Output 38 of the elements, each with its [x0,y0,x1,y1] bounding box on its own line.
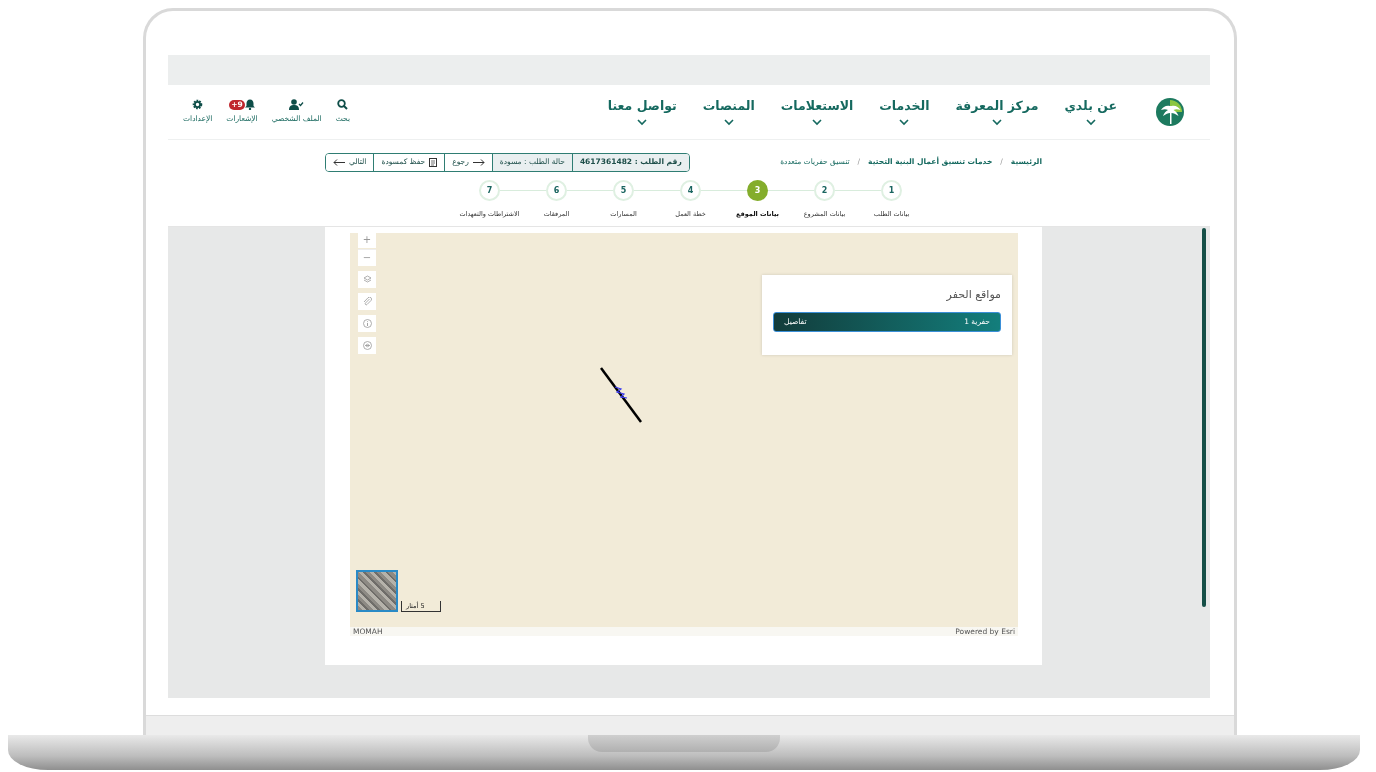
chevron-down-icon [812,119,823,126]
step-circle[interactable]: 6 [546,180,567,201]
step-circle[interactable]: 1 [881,180,902,201]
paperclip-icon [362,297,372,306]
step-circle[interactable]: 2 [814,180,835,201]
step-circle[interactable]: 7 [479,180,500,201]
user-check-icon [289,99,305,111]
search-icon [337,99,349,111]
card-title: مواقع الحفر [945,287,1001,303]
layers-button[interactable] [358,271,376,288]
chevron-down-icon [1085,119,1096,126]
nav-menu-item[interactable]: الخدمات [879,98,930,126]
basemap-thumbnail[interactable] [356,570,398,612]
arrow-right-icon [472,158,485,166]
document-icon [429,157,438,167]
scrollbar-thumb[interactable] [1202,228,1206,607]
chevron-down-icon [723,119,734,126]
gear-icon [192,99,204,111]
nav-menu-item[interactable]: عن بلدي [1064,98,1117,126]
step-circle[interactable]: 4 [680,180,701,201]
layers-icon [362,275,372,284]
arrow-left-icon [333,158,345,166]
locate-icon [362,341,372,350]
nav-menu-item[interactable]: المنصات [702,98,755,126]
nav-menu-item[interactable]: الاستعلامات [780,98,854,126]
info-icon [362,319,372,328]
chevron-down-icon [899,119,910,126]
step-circle[interactable]: 5 [613,180,634,201]
polyline-drawing [598,365,644,425]
bell-icon [244,99,255,111]
chevron-down-icon [991,119,1002,126]
attach-button[interactable] [358,293,376,310]
info-button[interactable] [358,315,376,332]
palm-logo-icon [1155,97,1185,127]
nav-menu-item[interactable]: تواصل معنا [607,98,677,126]
nav-menu-item[interactable]: مركز المعرفة [955,98,1039,126]
locate-button[interactable] [358,337,376,354]
chevron-down-icon [637,119,648,126]
